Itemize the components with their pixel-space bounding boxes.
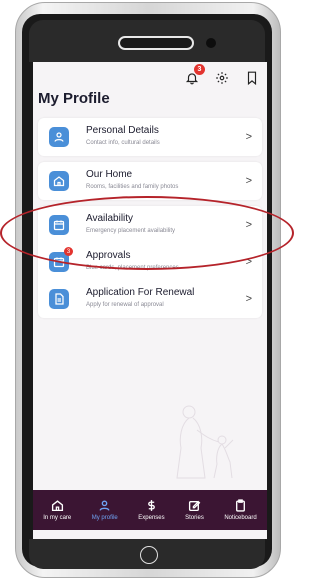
item-subtitle: Emergency placement availability xyxy=(86,228,176,234)
chevron-right-icon: > xyxy=(245,175,252,187)
nav-item-in-my-care[interactable]: In my care xyxy=(43,499,71,521)
list-item-our-home[interactable]: Our Home Rooms, facilities and family ph… xyxy=(38,162,262,200)
list-item-personal-details[interactable]: Personal Details Contact info, cultural … xyxy=(38,118,262,156)
edit-icon xyxy=(188,500,201,512)
nav-label: In my care xyxy=(43,515,72,521)
nav-label: Expenses xyxy=(138,515,165,521)
home-icon xyxy=(49,171,69,191)
chevron-right-icon: > xyxy=(245,219,252,231)
home-button[interactable] xyxy=(140,546,158,564)
item-title: Our Home xyxy=(86,169,133,180)
chevron-right-icon: > xyxy=(245,293,252,305)
notification-badge: 3 xyxy=(194,64,205,75)
chevron-right-icon: > xyxy=(245,256,252,268)
nav-item-my-profile[interactable]: My profile xyxy=(92,499,118,521)
approvals-badge: 3 xyxy=(64,247,73,256)
nav-label: Noticeboard xyxy=(224,515,257,521)
app-screen: 3 My Profile Personal Details Contact in… xyxy=(33,62,267,539)
stage: 3 My Profile Personal Details Contact in… xyxy=(0,0,294,581)
item-subtitle: Rooms, facilities and family photos xyxy=(86,184,179,190)
front-camera xyxy=(206,38,216,48)
list-item-application-for-renewal[interactable]: Application For Renewal Apply for renewa… xyxy=(38,280,262,318)
list-item-approvals[interactable]: 3 Approvals Blue cards, placement prefer… xyxy=(38,243,262,281)
document-icon xyxy=(49,289,69,309)
profile-card: Our Home Rooms, facilities and family ph… xyxy=(38,162,262,200)
profile-card: Personal Details Contact info, cultural … xyxy=(38,118,262,156)
nav-item-noticeboard[interactable]: Noticeboard xyxy=(224,499,257,521)
list-item-availability[interactable]: Availability Emergency placement availab… xyxy=(38,206,262,244)
item-title: Availability xyxy=(86,213,134,224)
nav-label: Stories xyxy=(185,515,204,521)
nav-label: My profile xyxy=(91,515,118,521)
header-actions: 3 xyxy=(184,64,259,85)
item-title: Application For Renewal xyxy=(86,287,195,298)
nav-item-stories[interactable]: Stories xyxy=(185,499,204,521)
home-icon xyxy=(51,500,63,512)
calendar-icon xyxy=(49,215,69,235)
item-title: Personal Details xyxy=(86,125,159,136)
bookmark-icon[interactable] xyxy=(244,70,259,85)
page-title: My Profile xyxy=(38,90,110,107)
clipboard-icon xyxy=(236,499,245,512)
nav-item-expenses[interactable]: Expenses xyxy=(138,499,165,521)
person-icon xyxy=(99,500,110,511)
item-subtitle: Contact info, cultural details xyxy=(86,140,160,146)
speaker-grille xyxy=(118,36,194,50)
person-icon xyxy=(49,127,69,147)
dollar-icon xyxy=(148,500,155,511)
item-title: Approvals xyxy=(86,250,131,261)
chevron-right-icon: > xyxy=(245,131,252,143)
bell-icon[interactable]: 3 xyxy=(184,64,205,85)
profile-card-group: Availability Emergency placement availab… xyxy=(38,206,262,318)
family-illustration xyxy=(176,405,234,479)
item-subtitle: Apply for renewal of approval xyxy=(86,302,164,308)
gear-icon[interactable] xyxy=(214,70,229,85)
item-subtitle: Blue cards, placement preferences xyxy=(86,265,179,271)
bottom-navigation: In my care My profile Expenses Stories N… xyxy=(33,490,267,530)
